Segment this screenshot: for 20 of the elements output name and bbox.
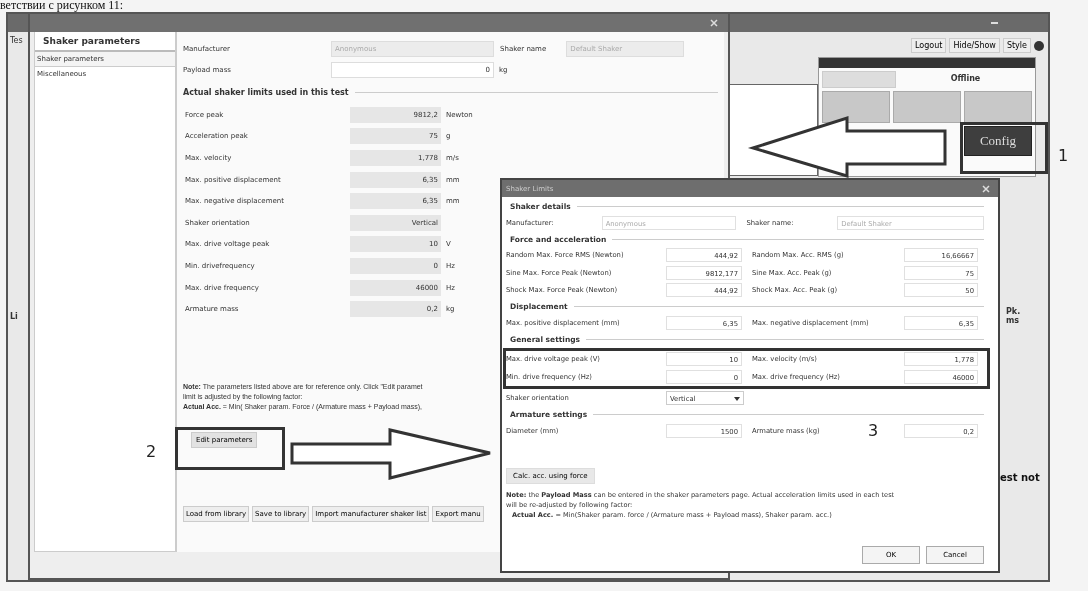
toolbar-button[interactable]: Hide/Show: [949, 38, 1000, 53]
annotation-number: 3: [868, 421, 879, 440]
section-title: Actual shaker limits used in this test: [183, 87, 349, 97]
toolbar-button[interactable]: Style: [1002, 38, 1031, 53]
annotation-number: 2: [146, 442, 157, 461]
control-button[interactable]: [964, 91, 1032, 123]
annotation-number: 1: [1058, 146, 1069, 165]
message-text: est not: [1000, 472, 1040, 483]
config-button[interactable]: Config: [964, 126, 1032, 156]
column-header: Pk.: [1006, 307, 1021, 316]
help-icon[interactable]: [1034, 40, 1044, 51]
toolbar-button[interactable]: Logout: [911, 38, 947, 53]
close-icon[interactable]: [982, 184, 990, 193]
control-button[interactable]: [822, 91, 890, 123]
close-icon[interactable]: [710, 19, 718, 27]
column-header: ms: [1006, 316, 1021, 325]
caption-text: ветствии с рисунком 11:: [0, 0, 124, 11]
status-text: Offline: [949, 73, 982, 85]
menu-item[interactable]: Tes: [10, 36, 23, 45]
panel-label: Li: [10, 312, 18, 321]
